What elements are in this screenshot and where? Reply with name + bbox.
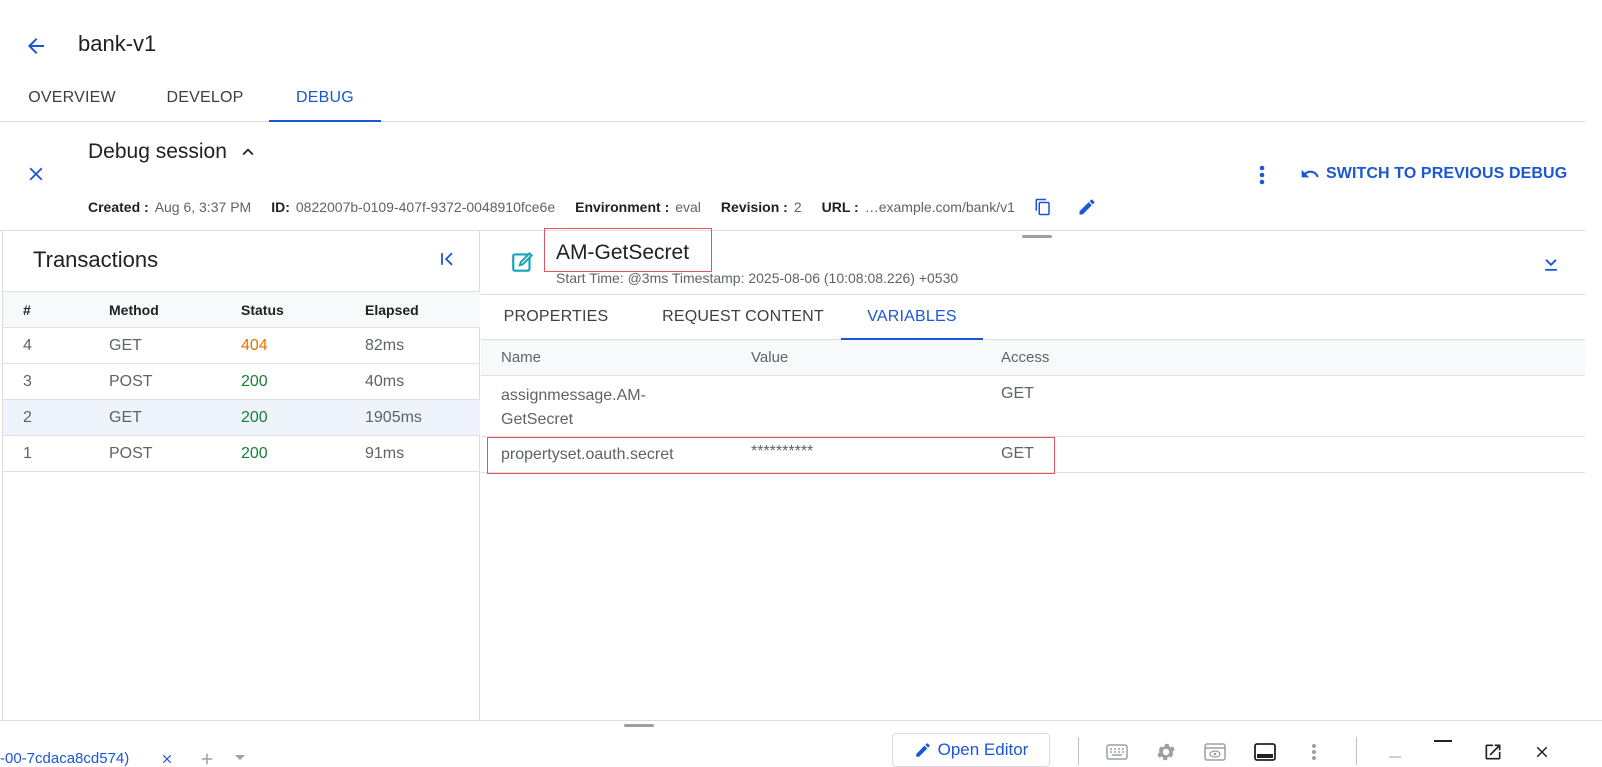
url-value: …example.com/bank/v1 (864, 199, 1015, 215)
switch-to-previous-debug-button[interactable]: SWITCH TO PREVIOUS DEBUG (1300, 164, 1567, 184)
debug-session-toggle[interactable]: Debug session (88, 140, 259, 164)
variable-row-highlight (487, 437, 1055, 474)
terminal-tab-label[interactable]: -00-7cdaca8cd574) (0, 750, 129, 767)
tx-num: 2 (3, 399, 109, 436)
pencil-icon (914, 741, 932, 759)
tx-status: 404 (241, 327, 365, 364)
policy-tabs: PROPERTIES REQUEST CONTENT VARIABLES (481, 294, 1585, 340)
tx-elapsed: 82ms (365, 327, 480, 364)
tab-request-content[interactable]: REQUEST CONTENT (653, 295, 833, 340)
variables-header: Name Value Access (481, 340, 1585, 376)
col-num: # (3, 291, 109, 328)
minimize-disabled-icon (1382, 740, 1408, 764)
tab-debug[interactable]: DEBUG (269, 78, 381, 122)
col-access: Access (1001, 349, 1050, 366)
resize-handle-top[interactable] (1022, 235, 1052, 238)
gear-icon[interactable] (1153, 740, 1179, 764)
tab-properties[interactable]: PROPERTIES (491, 295, 621, 340)
page-title: bank-v1 (78, 31, 157, 56)
variable-access: GET (1001, 385, 1034, 402)
tx-method: GET (109, 327, 241, 364)
transactions-title: Transactions (33, 247, 159, 272)
transactions-panel: Transactions # Method Status Elapsed 4 G… (2, 231, 480, 720)
tx-status: 200 (241, 435, 365, 472)
tab-overview[interactable]: OVERVIEW (18, 78, 126, 122)
tab-dropdown-icon[interactable] (234, 754, 248, 764)
more-vert-icon[interactable] (1250, 162, 1274, 188)
expand-down-icon[interactable] (1537, 250, 1565, 278)
variable-row[interactable]: assignmessage.AM- GetSecret GET (481, 376, 1585, 437)
resize-handle-bottom[interactable] (624, 724, 654, 727)
more-vert-icon[interactable] (1301, 740, 1327, 764)
policy-name: AM-GetSecret (556, 241, 690, 264)
open-in-new-icon[interactable] (1480, 740, 1506, 764)
variable-name-line2: GetSecret (501, 411, 574, 428)
table-row[interactable]: 3 POST 200 40ms (3, 363, 480, 400)
edit-pencil-icon[interactable] (1073, 195, 1101, 219)
table-row[interactable]: 1 POST 200 91ms (3, 435, 480, 472)
back-arrow-icon[interactable] (20, 30, 52, 62)
col-status: Status (241, 291, 365, 328)
tx-method: GET (109, 399, 241, 436)
transactions-table: # Method Status Elapsed 4 GET 404 82ms 3… (3, 291, 480, 472)
undo-icon (1300, 164, 1320, 184)
edit-note-icon (508, 247, 538, 277)
tx-status: 200 (241, 363, 365, 400)
add-tab-icon[interactable] (198, 750, 216, 767)
switch-label: SWITCH TO PREVIOUS DEBUG (1326, 165, 1568, 182)
toolbar-divider (1078, 737, 1079, 765)
tx-elapsed: 1905ms (365, 399, 480, 436)
tab-variables[interactable]: VARIABLES (841, 295, 983, 340)
open-editor-label: Open Editor (937, 740, 1029, 759)
col-name: Name (501, 349, 542, 366)
table-header-row: # Method Status Elapsed (3, 291, 480, 328)
minimize-icon[interactable] (1430, 732, 1456, 756)
col-method: Method (109, 291, 241, 328)
environment-label: Environment : (575, 199, 670, 215)
toolbar-divider (1356, 737, 1357, 765)
chevron-up-icon (237, 141, 259, 163)
tx-elapsed: 91ms (365, 435, 480, 472)
table-row-selected[interactable]: 2 GET 200 1905ms (3, 399, 480, 436)
id-label: ID: (271, 199, 290, 215)
tab-develop[interactable]: DEVELOP (152, 78, 258, 122)
open-editor-button[interactable]: Open Editor (892, 733, 1050, 767)
copy-icon[interactable] (1029, 195, 1057, 219)
tx-method: POST (109, 435, 241, 472)
collapse-panel-icon[interactable] (433, 245, 461, 273)
tx-num: 1 (3, 435, 109, 472)
web-preview-icon[interactable] (1202, 740, 1228, 764)
tx-elapsed: 40ms (365, 363, 480, 400)
close-tab-icon[interactable] (160, 752, 176, 767)
col-value: Value (751, 349, 789, 366)
tx-num: 4 (3, 327, 109, 364)
main-tabs: OVERVIEW DEVELOP DEBUG (0, 78, 1585, 122)
keyboard-icon[interactable] (1104, 740, 1130, 764)
environment-value: eval (675, 199, 701, 215)
created-label: Created : (88, 199, 149, 215)
variable-name-line1: assignmessage.AM- (501, 387, 646, 404)
policy-timestamp: Start Time: @3ms Timestamp: 2025-08-06 (… (556, 270, 959, 286)
tx-num: 3 (3, 363, 109, 400)
session-meta: Created : Aug 6, 3:37 PM ID: 0822007b-01… (88, 195, 1117, 219)
url-label: URL : (821, 199, 859, 215)
tx-method: POST (109, 363, 241, 400)
created-value: Aug 6, 3:37 PM (154, 199, 252, 215)
table-row[interactable]: 4 GET 404 82ms (3, 327, 480, 364)
variable-name: assignmessage.AM- GetSecret (501, 384, 646, 432)
col-elapsed: Elapsed (365, 291, 480, 328)
close-session-icon[interactable] (22, 160, 50, 188)
terminal-panel-icon[interactable] (1252, 740, 1278, 764)
id-value: 0822007b-0109-407f-9372-0048910fce6e (295, 199, 556, 215)
revision-value: 2 (793, 199, 802, 215)
revision-label: Revision : (720, 199, 788, 215)
close-icon[interactable] (1529, 740, 1555, 764)
debug-session-title: Debug session (88, 140, 227, 163)
tx-status: 200 (241, 399, 365, 436)
